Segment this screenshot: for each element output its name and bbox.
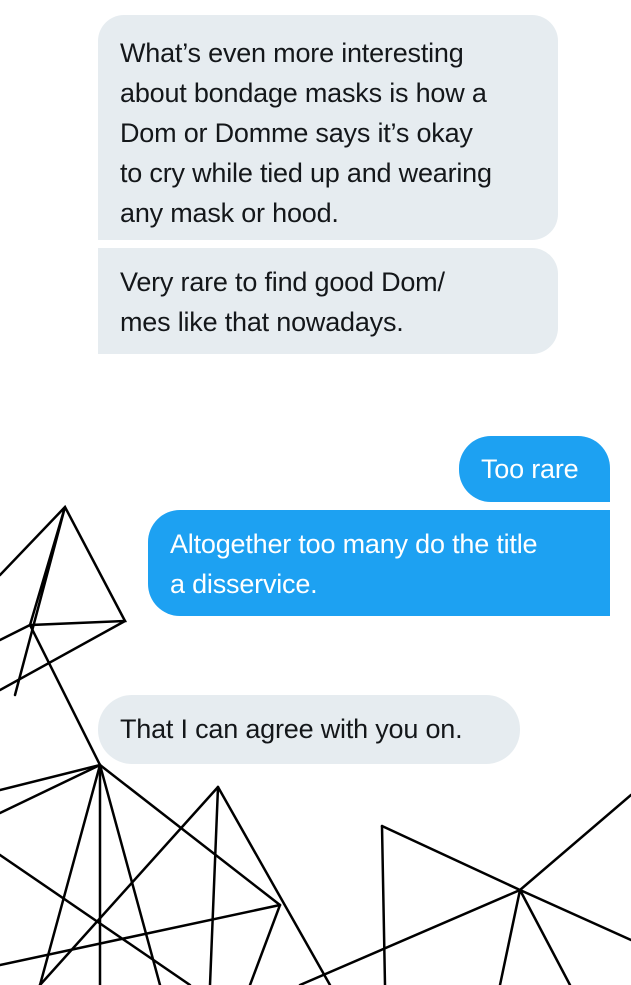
- received-message[interactable]: Very rare to find good Dom/ mes like tha…: [98, 248, 558, 354]
- sent-message[interactable]: Altogether too many do the title a disse…: [148, 510, 610, 616]
- sent-message[interactable]: Too rare: [459, 436, 610, 502]
- received-message[interactable]: That I can agree with you on.: [98, 695, 520, 764]
- received-message[interactable]: What’s even more interesting about bonda…: [98, 15, 558, 240]
